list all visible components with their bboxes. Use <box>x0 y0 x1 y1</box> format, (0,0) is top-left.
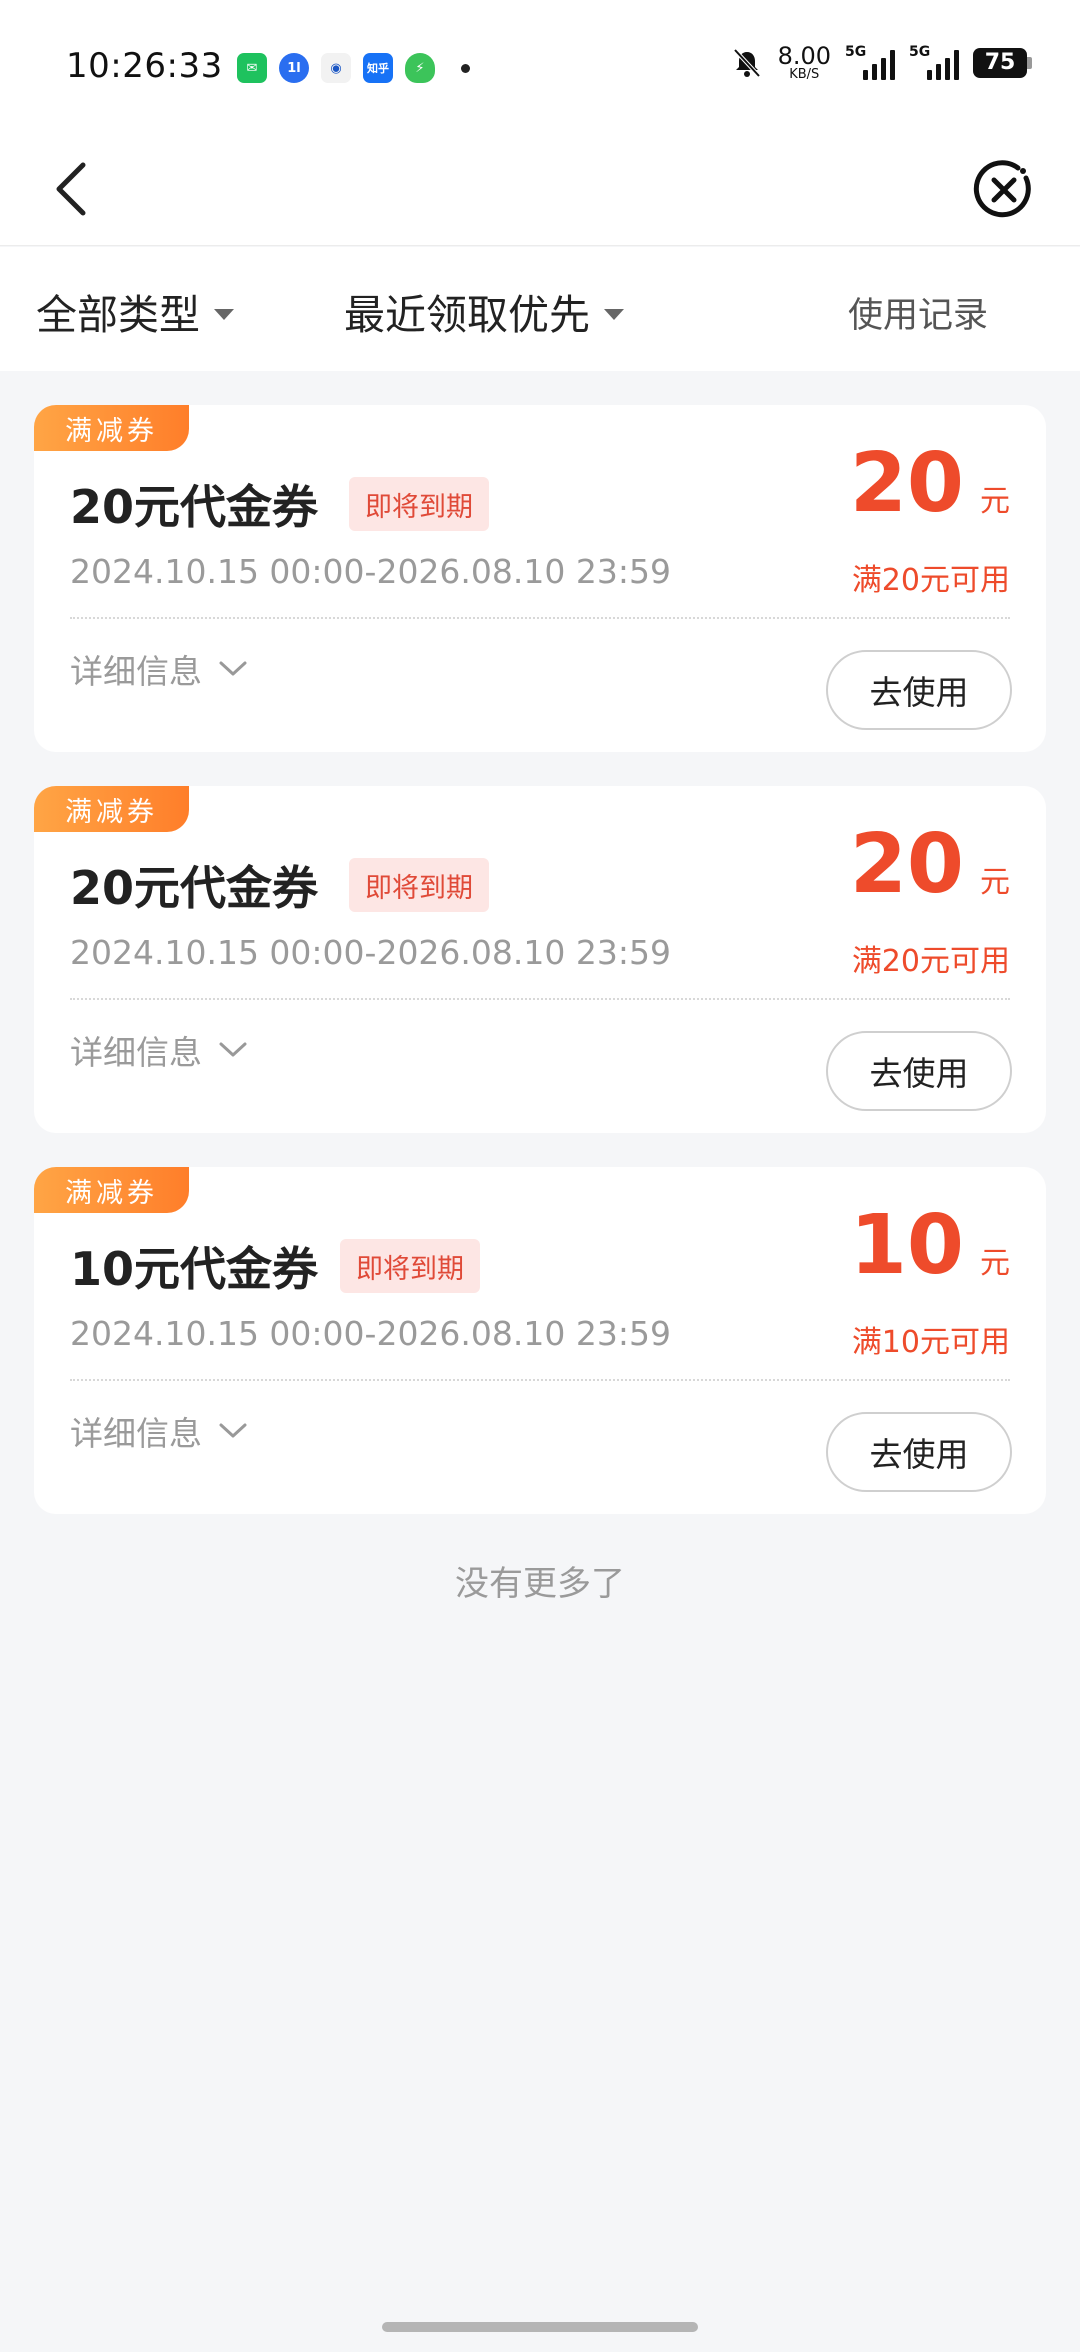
coupon-validity: 2024.10.15 00:00-2026.08.10 23:59 <box>70 933 671 972</box>
caret-down-icon <box>214 308 234 320</box>
divider <box>70 1379 1010 1381</box>
bell-muted-icon <box>733 48 761 77</box>
divider <box>70 998 1010 1000</box>
coupon-card: 满减券 10元代金券 即将到期 10 元 2024.10.15 00:00-20… <box>34 1167 1046 1514</box>
coupon-title: 20元代金券 <box>70 861 319 915</box>
battery-icon: 75 <box>973 47 1032 78</box>
coupon-title: 10元代金券 <box>70 1242 319 1296</box>
zhihu-icon: 知乎 <box>363 53 393 83</box>
status-bar: 10:26:33 ✉ 1l ◉ 知乎 ⚡ 8.00 KB/S 5G 5G 75 <box>0 0 1080 136</box>
expiring-badge: 即将到期 <box>340 1239 480 1293</box>
coupon-list: 满减券 20元代金券 即将到期 20 元 2024.10.15 00:00-20… <box>34 405 1046 1548</box>
chevron-left-icon <box>56 162 86 216</box>
chevron-down-icon <box>219 1042 247 1057</box>
use-coupon-button[interactable]: 去使用 <box>826 1412 1012 1492</box>
type-filter-dropdown[interactable]: 全部类型 <box>36 281 234 341</box>
usage-records-link[interactable]: 使用记录 <box>848 287 988 338</box>
sort-filter-dropdown[interactable]: 最近领取优先 <box>344 281 624 341</box>
security-icon: ⚡ <box>405 53 435 83</box>
filter-bar: 全部类型 最近领取优先 使用记录 <box>0 247 1080 371</box>
sort-filter-label: 最近领取优先 <box>344 291 590 339</box>
back-button[interactable] <box>36 154 106 224</box>
coupon-type-tag: 满减券 <box>34 1167 189 1213</box>
expiring-badge: 即将到期 <box>349 858 489 912</box>
chevron-down-icon <box>219 661 247 676</box>
home-indicator[interactable] <box>382 2322 698 2332</box>
divider <box>70 617 1010 619</box>
more-notifications-dot <box>461 63 470 73</box>
coupon-condition: 满20元可用 <box>851 944 1010 979</box>
details-toggle[interactable]: 详细信息 <box>70 645 248 693</box>
details-toggle[interactable]: 详细信息 <box>70 1407 248 1455</box>
coupon-card: 满减券 20元代金券 即将到期 20 元 2024.10.15 00:00-20… <box>34 405 1046 752</box>
signal-5g-2-icon: 5G <box>909 44 959 80</box>
coupon-condition: 满10元可用 <box>851 1325 1010 1360</box>
status-app-icons: ✉ 1l ◉ 知乎 ⚡ <box>237 53 470 83</box>
use-coupon-button[interactable]: 去使用 <box>826 650 1012 730</box>
coupon-amount: 20 元 <box>849 817 1010 912</box>
use-coupon-button[interactable]: 去使用 <box>826 1031 1012 1111</box>
network-speed: 8.00 KB/S <box>777 42 831 82</box>
chevron-down-icon <box>219 1423 247 1438</box>
type-filter-label: 全部类型 <box>36 291 200 339</box>
status-time: 10:26:33 <box>66 46 223 86</box>
status-indicators: 8.00 KB/S 5G 5G 75 <box>730 44 1032 81</box>
wechat-icon: ✉ <box>237 53 267 83</box>
coupon-card: 满减券 20元代金券 即将到期 20 元 2024.10.15 00:00-20… <box>34 786 1046 1133</box>
no-more-text: 没有更多了 <box>455 1564 625 1604</box>
close-circle-icon <box>973 160 1031 218</box>
coupon-amount: 10 元 <box>849 1198 1010 1293</box>
app-icon-1: 1l <box>279 53 309 83</box>
details-toggle[interactable]: 详细信息 <box>70 1026 248 1074</box>
coupon-condition: 满20元可用 <box>851 563 1010 598</box>
coupon-type-tag: 满减券 <box>34 786 189 832</box>
app-icon-bank: ◉ <box>321 53 351 83</box>
coupon-validity: 2024.10.15 00:00-2026.08.10 23:59 <box>70 552 671 591</box>
coupon-validity: 2024.10.15 00:00-2026.08.10 23:59 <box>70 1314 671 1353</box>
caret-down-icon <box>604 308 624 320</box>
coupon-type-tag: 满减券 <box>34 405 189 451</box>
close-miniapp-button[interactable] <box>964 150 1044 230</box>
coupon-title: 20元代金券 <box>70 480 319 534</box>
signal-5g-1-icon: 5G <box>845 44 895 80</box>
expiring-badge: 即将到期 <box>349 477 489 531</box>
coupon-amount: 20 元 <box>849 436 1010 531</box>
nav-bar <box>0 136 1080 246</box>
